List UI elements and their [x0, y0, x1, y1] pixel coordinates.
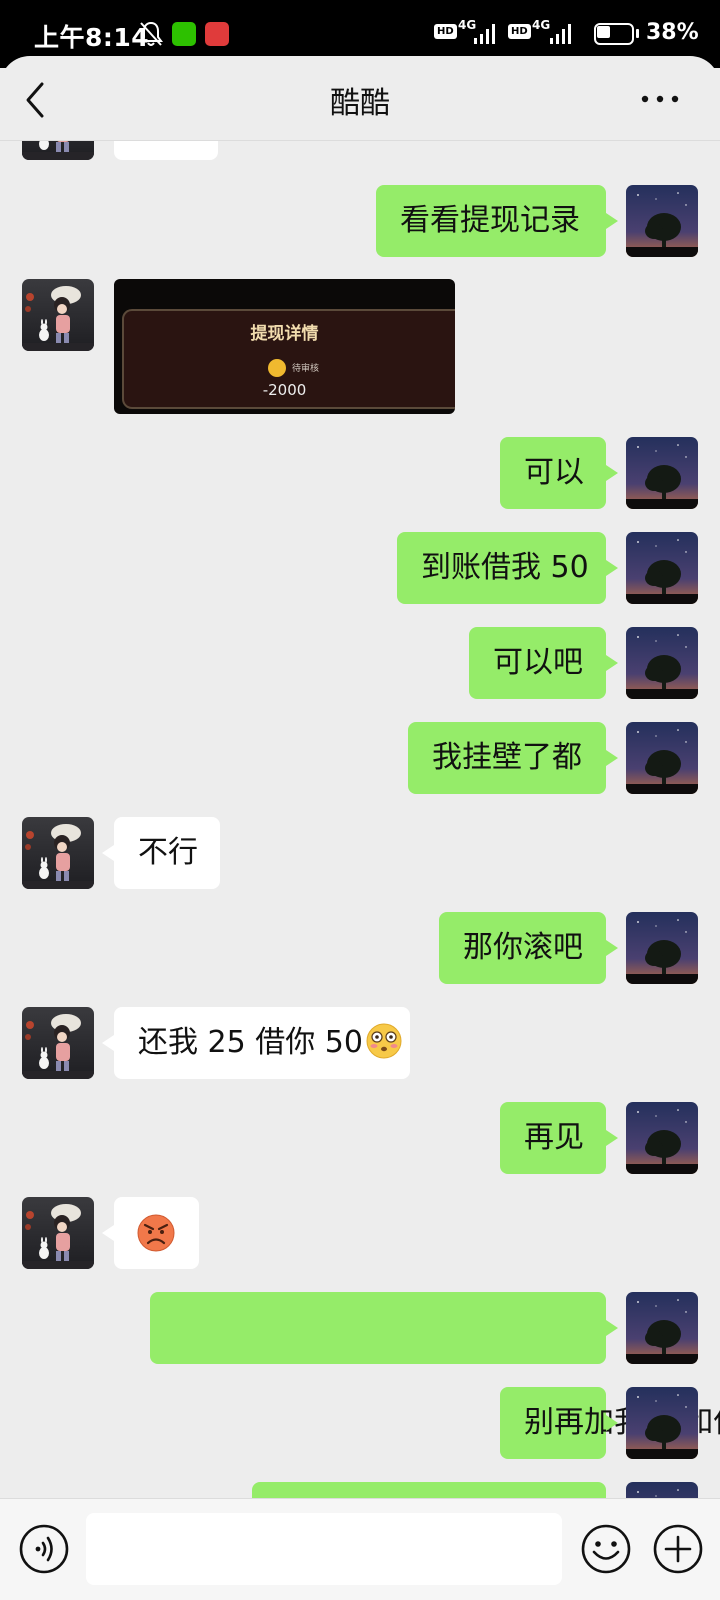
status-time: 上午8:14 — [34, 23, 150, 52]
contact-avatar[interactable] — [22, 817, 94, 889]
my-avatar[interactable] — [626, 722, 698, 794]
my-avatar[interactable] — [626, 1387, 698, 1459]
signal-icon-2 — [550, 24, 571, 44]
mute-bell-icon — [139, 21, 163, 46]
emoji-icon[interactable] — [580, 1523, 632, 1575]
image-title: 提现详情 — [250, 324, 319, 344]
message-bubble-partial — [252, 1482, 606, 1498]
message-bubble-mine: 可以吧 — [469, 627, 618, 699]
message-bubble-mine: 看看提现记录 — [376, 185, 618, 257]
hd-icon: HD — [434, 24, 457, 39]
my-avatar[interactable] — [626, 437, 698, 509]
contact-avatar[interactable] — [22, 279, 94, 351]
clock-icon — [268, 359, 286, 377]
wechat-notification-icon — [172, 22, 196, 46]
app-notification-icon — [205, 22, 229, 46]
message-list[interactable]: 看看提现记录 提现详情 待审核 -2000 可以 到账借我 50 可以吧 我挂壁… — [0, 140, 720, 1498]
message-bubble-mine: 再见 — [500, 1102, 618, 1174]
message-bubble-mine: 我挂壁了都 — [408, 722, 618, 794]
message-text: 还我 25 借你 50 — [138, 1025, 363, 1060]
message-bubble-mine: 那你滚吧 — [439, 912, 618, 984]
message-bubble-theirs: 不行 — [102, 817, 220, 889]
contact-avatar[interactable] — [22, 1197, 94, 1269]
message-bubble-theirs: 还我 25 借你 50 — [102, 1007, 410, 1079]
more-options-icon[interactable] — [640, 92, 680, 106]
battery-tip — [636, 29, 639, 38]
battery-level — [597, 26, 610, 38]
chat-title: 酷酷 — [330, 86, 390, 121]
my-avatar[interactable] — [626, 532, 698, 604]
message-input[interactable] — [86, 1513, 562, 1585]
battery-percent: 38% — [646, 20, 699, 45]
image-amount: -2000 — [262, 381, 307, 399]
image-message[interactable]: 提现详情 待审核 -2000 — [114, 279, 455, 414]
my-avatar[interactable] — [626, 627, 698, 699]
hd-icon-2: HD — [508, 24, 531, 39]
my-avatar[interactable] — [626, 185, 698, 257]
voice-icon[interactable] — [18, 1523, 70, 1575]
my-avatar[interactable] — [626, 1482, 698, 1498]
contact-avatar[interactable] — [22, 1007, 94, 1079]
image-status: 待审核 — [292, 364, 320, 374]
message-bubble-mine: 可以 — [500, 437, 618, 509]
my-avatar[interactable] — [626, 912, 698, 984]
angry-face-icon — [137, 1214, 175, 1252]
my-avatar[interactable] — [626, 1102, 698, 1174]
message-bubble-theirs — [102, 1197, 199, 1269]
signal-icon — [474, 24, 495, 44]
input-bar — [0, 1498, 720, 1600]
chat-header: 酷酷 — [0, 56, 720, 141]
message-bubble-mine: 到账借我 50 — [397, 532, 618, 604]
contact-avatar[interactable] — [22, 140, 94, 160]
message-bubble-partial — [114, 140, 218, 160]
message-bubble-mine: 别再加我了 和你只有吃亏的份 — [500, 1387, 720, 1459]
message-bubble-mine — [150, 1292, 618, 1364]
plus-icon[interactable] — [652, 1523, 704, 1575]
my-avatar[interactable] — [626, 1292, 698, 1364]
flushed-face-icon — [366, 1023, 402, 1058]
